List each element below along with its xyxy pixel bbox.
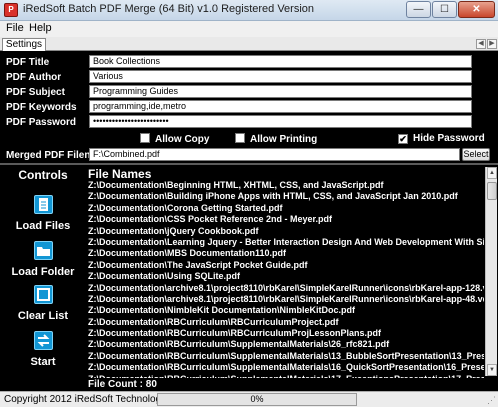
file-row[interactable]: Z:\Documentation\The JavaScript Pocket G… — [88, 260, 484, 271]
copyright-text: Copyright 2012 iRedSoft Technology Inc — [4, 394, 183, 405]
close-button[interactable]: ✕ — [458, 1, 495, 18]
progress-text: 0% — [250, 394, 264, 404]
file-names-heading: File Names — [88, 167, 152, 181]
hide-password-box[interactable]: ✔ — [398, 134, 408, 144]
progress-bar: 0% — [157, 393, 357, 406]
tab-strip: Settings — [0, 37, 498, 52]
select-button[interactable]: Select — [462, 148, 490, 161]
start-icon — [34, 331, 53, 350]
resize-grip-icon[interactable]: ⋰ — [487, 395, 496, 406]
title-bar: P iRedSoft Batch PDF Merge (64 Bit) v1.0… — [0, 0, 498, 21]
window-title: iRedSoft Batch PDF Merge (64 Bit) v1.0 R… — [23, 3, 315, 15]
pdf-author-label: PDF Author — [6, 72, 62, 83]
pdf-subject-input[interactable]: Programming Guides — [89, 85, 472, 98]
allow-copy-box[interactable] — [140, 133, 150, 143]
file-row[interactable]: Z:\Documentation\archive8.1\project8110\… — [88, 294, 484, 305]
load-folder-label: Load Folder — [11, 266, 75, 278]
file-row[interactable]: Z:\Documentation\RBCurriculum\Supplement… — [88, 339, 484, 350]
file-row[interactable]: Z:\Documentation\Learning Jquery - Bette… — [88, 237, 484, 248]
pdf-keywords-label: PDF Keywords — [6, 102, 77, 113]
pdf-password-label: PDF Password — [6, 117, 77, 128]
status-bar: Copyright 2012 iRedSoft Technology Inc 0… — [0, 391, 498, 407]
file-row[interactable]: Z:\Documentation\archive8.1\project8110\… — [88, 283, 484, 294]
allow-printing-label: Allow Printing — [250, 134, 318, 145]
file-row[interactable]: Z:\Documentation\CSS Pocket Reference 2n… — [88, 214, 484, 225]
pdf-author-input[interactable]: Various — [89, 70, 472, 83]
file-icon — [34, 195, 53, 214]
file-row[interactable]: Z:\Documentation\NimbleKit Documentation… — [88, 305, 484, 316]
file-row[interactable]: Z:\Documentation\RBCurriculum\Supplement… — [88, 374, 484, 378]
controls-panel: Controls Load Files Load Folder Clear Li… — [0, 165, 86, 391]
file-list[interactable]: Z:\Documentation\Beginning HTML, XHTML, … — [88, 180, 484, 378]
tab-scroll-right-icon[interactable]: ▶ — [487, 39, 497, 49]
merged-filename-input[interactable]: F:\Combined.pdf — [89, 148, 460, 161]
menu-bar: File Help — [0, 21, 498, 37]
load-files-label: Load Files — [15, 220, 71, 232]
allow-copy-checkbox[interactable]: Allow Copy — [140, 133, 209, 145]
file-row[interactable]: Z:\Documentation\Using SQLite.pdf — [88, 271, 484, 282]
file-row[interactable]: Z:\Documentation\RBCurriculum\Supplement… — [88, 351, 484, 362]
pdf-keywords-input[interactable]: programming,ide,metro — [89, 100, 472, 113]
file-row[interactable]: Z:\Documentation\jQuery Cookbook.pdf — [88, 226, 484, 237]
file-row[interactable]: Z:\Documentation\Beginning HTML, XHTML, … — [88, 180, 484, 191]
pdf-title-input[interactable]: Book Collections — [89, 55, 472, 68]
allow-printing-checkbox[interactable]: Allow Printing — [235, 133, 317, 145]
allow-printing-box[interactable] — [235, 133, 245, 143]
scroll-thumb[interactable] — [487, 182, 497, 200]
tab-settings[interactable]: Settings — [2, 38, 46, 52]
pdf-title-label: PDF Title — [6, 57, 50, 68]
controls-heading: Controls — [18, 168, 68, 182]
maximize-button[interactable]: ☐ — [432, 1, 457, 18]
hide-password-checkbox[interactable]: ✔ Hide Password — [398, 133, 485, 144]
scroll-down-icon[interactable]: ▼ — [487, 364, 497, 376]
scroll-up-icon[interactable]: ▲ — [487, 167, 497, 179]
file-row[interactable]: Z:\Documentation\RBCurriculum\RBCurricul… — [88, 317, 484, 328]
allow-copy-label: Allow Copy — [155, 134, 210, 145]
file-count: File Count : 80 — [88, 379, 157, 390]
file-row[interactable]: Z:\Documentation\MBS Documentation110.pd… — [88, 248, 484, 259]
clear-list-label: Clear List — [17, 310, 69, 322]
file-row[interactable]: Z:\Documentation\Corona Getting Started.… — [88, 203, 484, 214]
minimize-button[interactable]: — — [406, 1, 431, 18]
file-row[interactable]: Z:\Documentation\RBCurriculum\Supplement… — [88, 362, 484, 373]
menu-file[interactable]: File — [6, 22, 24, 34]
pdf-password-input[interactable]: •••••••••••••••••••••••• — [89, 115, 472, 128]
pdf-app-icon: P — [4, 3, 18, 17]
hide-password-label: Hide Password — [413, 133, 485, 144]
clear-icon — [34, 285, 53, 304]
file-row[interactable]: Z:\Documentation\RBCurriculum\RBCurricul… — [88, 328, 484, 339]
folder-icon — [34, 241, 53, 260]
file-list-scrollbar[interactable]: ▲ ▼ — [485, 167, 497, 376]
file-row[interactable]: Z:\Documentation\Building iPhone Apps wi… — [88, 191, 484, 202]
pdf-subject-label: PDF Subject — [6, 87, 65, 98]
tab-scroll-left-icon[interactable]: ◀ — [476, 39, 486, 49]
start-label: Start — [30, 356, 56, 368]
menu-help[interactable]: Help — [29, 22, 52, 34]
